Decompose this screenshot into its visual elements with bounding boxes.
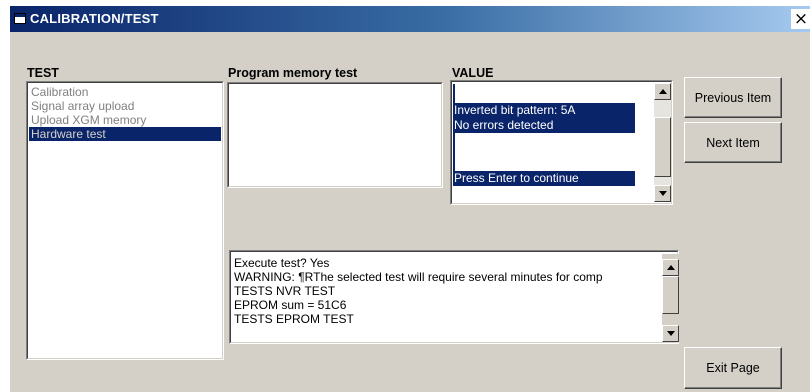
value-line-no-errors: No errors detected [453, 118, 635, 133]
test-label: TEST [27, 66, 59, 80]
value-selection-edge-lower [453, 133, 455, 171]
log-line-execute: Execute test? Yes [234, 256, 330, 270]
value-selection-edge [453, 84, 455, 103]
list-item-upload-xgm-memory[interactable]: Upload XGM memory [29, 113, 221, 127]
list-item-hardware-test[interactable]: Hardware test [29, 127, 221, 141]
program-memory-textbox[interactable] [227, 82, 443, 188]
scroll-up-arrow-icon[interactable] [662, 259, 679, 276]
log-scrollbar[interactable] [662, 254, 679, 342]
scroll-up-arrow-icon[interactable] [654, 83, 671, 100]
window-app-icon [14, 13, 26, 24]
next-item-label: Next Item [706, 135, 760, 150]
test-log-textbox[interactable]: Execute test? Yes WARNING: ¶RThe selecte… [229, 250, 679, 344]
scroll-down-arrow-icon[interactable] [654, 185, 671, 202]
value-line-press-enter: Press Enter to continue [453, 171, 635, 186]
close-button[interactable]: × [791, 9, 811, 29]
log-line-nvr-test: TESTS NVR TEST [234, 284, 336, 298]
scroll-down-arrow-icon[interactable] [662, 325, 679, 342]
exit-page-label: Exit Page [706, 361, 760, 375]
previous-item-label: Previous Item [694, 90, 772, 105]
calibration-test-window: CALIBRATION/TEST × TEST Program memory t… [9, 5, 811, 392]
program-memory-test-label: Program memory test [228, 66, 358, 80]
exit-page-button[interactable]: Exit Page [684, 347, 782, 389]
test-listbox[interactable]: Calibration Signal array upload Upload X… [26, 81, 224, 360]
log-line-warning: WARNING: ¶RThe selected test will requir… [234, 270, 603, 284]
value-line-bit-pattern: Inverted bit pattern: 5A [453, 103, 635, 118]
value-label: VALUE [452, 66, 494, 80]
list-item-signal-array-upload[interactable]: Signal array upload [29, 99, 221, 113]
previous-item-button[interactable]: Previous Item [684, 77, 782, 118]
value-scroll-thumb[interactable] [654, 117, 671, 177]
log-scroll-thumb[interactable] [662, 276, 679, 314]
value-scrollbar[interactable] [654, 83, 671, 202]
window-title: CALIBRATION/TEST [30, 11, 159, 26]
next-item-button[interactable]: Next Item [684, 122, 782, 163]
log-line-eprom-test: TESTS EPROM TEST [234, 312, 354, 326]
list-item-calibration[interactable]: Calibration [29, 85, 221, 99]
value-textbox[interactable]: Inverted bit pattern: 5A No errors detec… [450, 80, 673, 205]
title-bar[interactable]: CALIBRATION/TEST [10, 6, 810, 32]
log-line-eprom-sum: EPROM sum = 51C6 [234, 298, 347, 312]
